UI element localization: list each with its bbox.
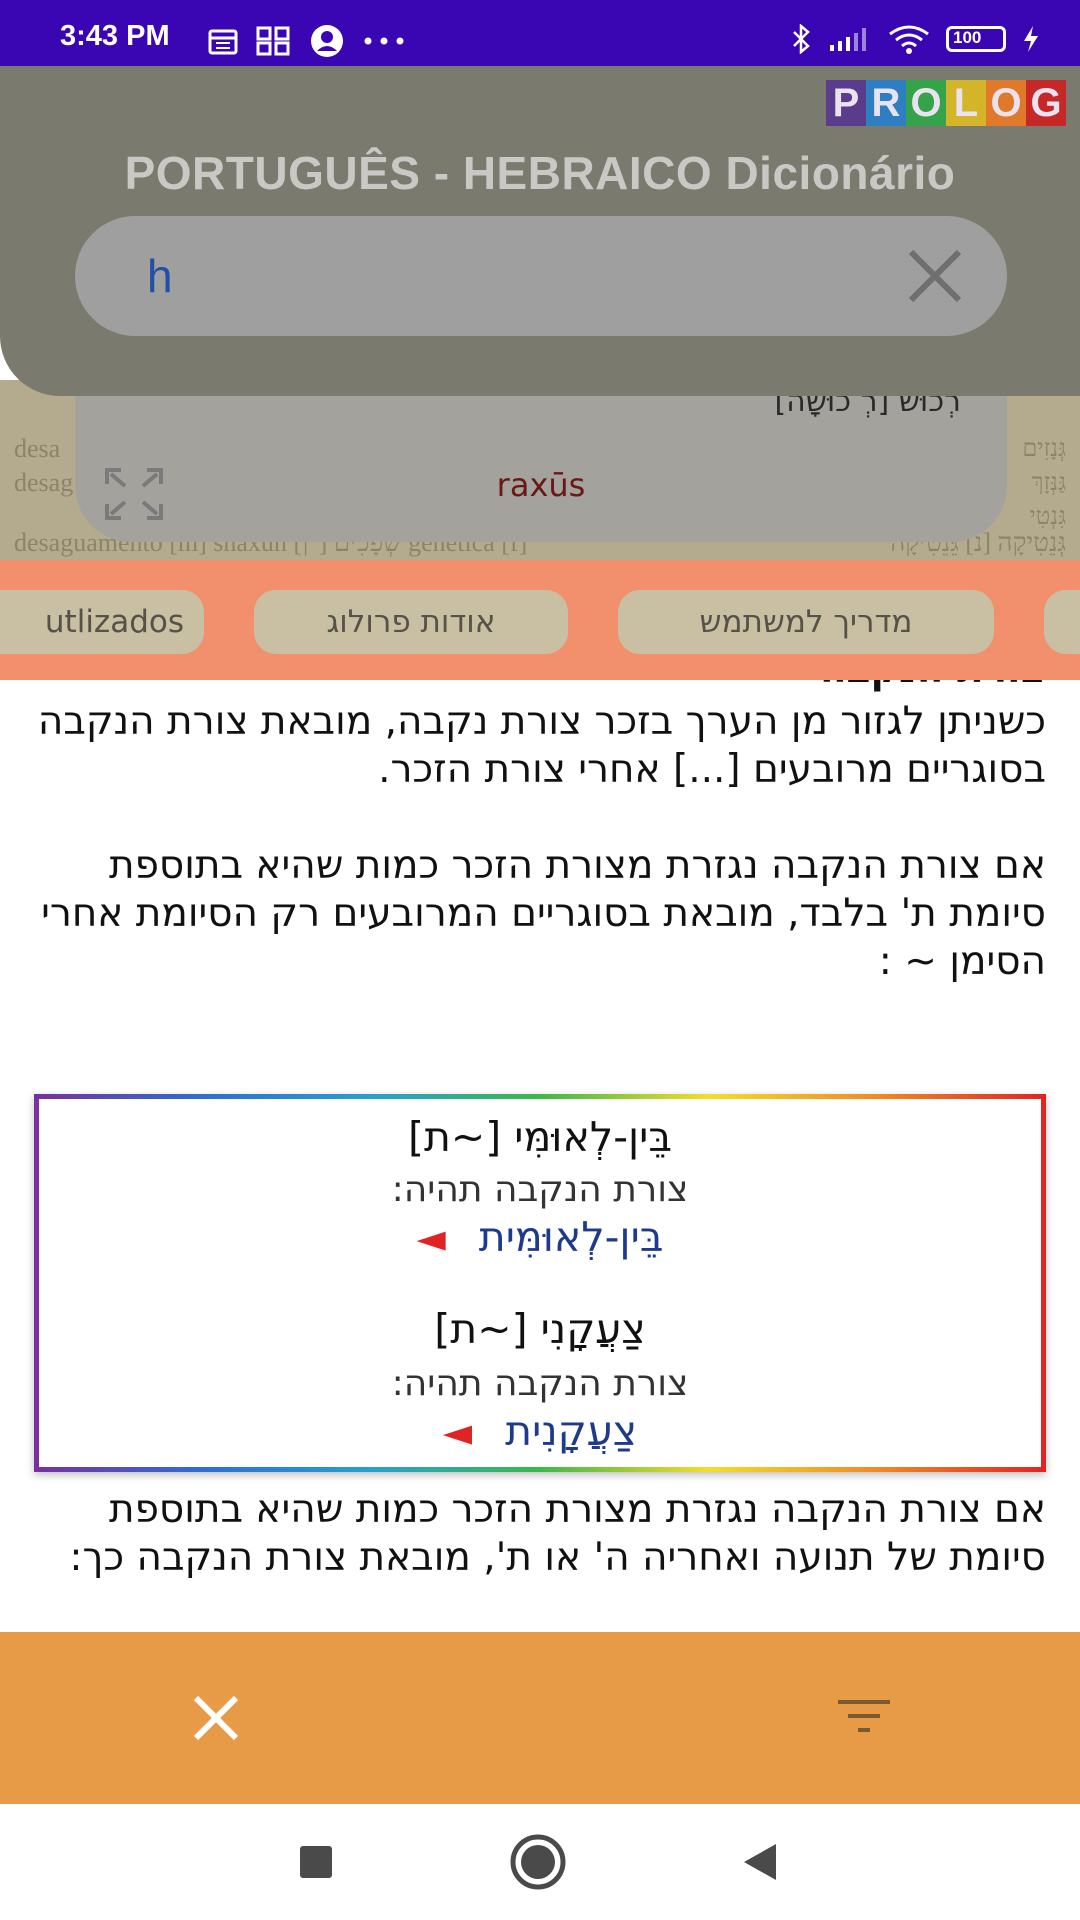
search-input[interactable] bbox=[147, 242, 847, 310]
recents-square-icon[interactable] bbox=[286, 1832, 346, 1892]
wifi-icon bbox=[889, 25, 929, 54]
example-word: צַעֲקָנִי [~ת] bbox=[434, 1305, 646, 1353]
search-bar bbox=[75, 216, 1007, 336]
close-icon[interactable] bbox=[186, 1688, 246, 1748]
bg-line: גְּנָזִים bbox=[1022, 436, 1066, 462]
bg-line: גַּנְּזָךְ bbox=[1031, 470, 1066, 496]
app-header: P R O L O G PORTUGUÊS - HEBRAICO Dicioná… bbox=[0, 66, 1080, 396]
back-triangle-icon[interactable] bbox=[730, 1832, 790, 1892]
prolog-logo: P R O L O G bbox=[826, 80, 1066, 126]
entry-transliteration: raxūs bbox=[496, 466, 586, 504]
bg-line: desag bbox=[14, 468, 74, 497]
paragraph-1: כשניתן לגזור מן הערך בזכר צורת נקבה, מוב… bbox=[37, 699, 1046, 792]
home-circle-icon[interactable] bbox=[508, 1832, 568, 1892]
filter-icon[interactable] bbox=[832, 1688, 896, 1748]
red-arrow-icon: ◄ bbox=[416, 1216, 446, 1260]
status-time: 3:43 PM bbox=[60, 20, 170, 52]
battery-icon: 100 bbox=[946, 26, 1006, 52]
signal-icon bbox=[830, 28, 866, 51]
examples-box: בֵּין-לְאוּמִּי [~ת] צורת הנקבה תהיה: בֵ… bbox=[34, 1094, 1046, 1472]
logo-letter: L bbox=[946, 80, 986, 126]
example-result: בֵּין-לְאוּמִּית ◄ bbox=[39, 1213, 1041, 1261]
app-title: PORTUGUÊS - HEBRAICO Dicionário bbox=[124, 147, 956, 199]
account-circle-icon bbox=[311, 25, 343, 57]
charging-icon bbox=[1024, 26, 1038, 52]
example-result-text: בֵּין-לְאוּמִּית bbox=[478, 1213, 664, 1261]
tab-user-guide[interactable]: מדריך למשתמש bbox=[618, 590, 994, 654]
status-bar: 3:43 PM 100 bbox=[0, 0, 1080, 66]
example-note: צורת הנקבה תהיה: bbox=[391, 1169, 689, 1210]
tab-next[interactable] bbox=[1044, 590, 1080, 654]
clear-search-icon[interactable] bbox=[903, 244, 967, 308]
bluetooth-icon bbox=[793, 24, 810, 54]
logo-letter: O bbox=[906, 80, 946, 126]
calendar-icon bbox=[208, 29, 238, 55]
example-word: בֵּין-לְאוּמִּי [~ת] bbox=[407, 1113, 673, 1161]
example-result-text: צַעֲקָנִית bbox=[505, 1407, 638, 1455]
logo-letter: O bbox=[986, 80, 1026, 126]
entry-card[interactable]: [רְכוּשׁ [רְ כוּשָׁה raxūs bbox=[75, 380, 1007, 542]
red-arrow-icon: ◄ bbox=[442, 1410, 473, 1454]
example-note: צורת הנקבה תהיה: bbox=[391, 1363, 689, 1404]
help-content: צורת הנקבה כשניתן לגזור מן הערך בזכר צור… bbox=[0, 680, 1080, 1632]
logo-letter: G bbox=[1026, 80, 1066, 126]
more-dots-icon bbox=[364, 37, 404, 45]
system-nav-bar bbox=[0, 1804, 1080, 1920]
tab-bar: utlizados אודות פרולוג מדריך למשתמש bbox=[0, 560, 1080, 680]
section-heading: צורת הנקבה bbox=[820, 680, 1046, 694]
paragraph-3: אם צורת הנקבה נגזרת מצורת הזכר כמות שהיא… bbox=[69, 1487, 1046, 1580]
paragraph-2: אם צורת הנקבה נגזרת מצורת הזכר כמות שהיא… bbox=[41, 843, 1046, 984]
bg-line: desa bbox=[14, 434, 61, 463]
bottom-action-bar bbox=[0, 1632, 1080, 1804]
battery-level: 100 bbox=[953, 28, 982, 47]
tab-utilizados[interactable]: utlizados bbox=[0, 590, 204, 654]
logo-letter: R bbox=[866, 80, 906, 126]
tab-about-prolog[interactable]: אודות פרולוג bbox=[254, 590, 568, 654]
logo-letter: P bbox=[826, 80, 866, 126]
example-result: צַעֲקָנִית ◄ bbox=[39, 1407, 1041, 1455]
grid-app-icon bbox=[256, 26, 290, 56]
